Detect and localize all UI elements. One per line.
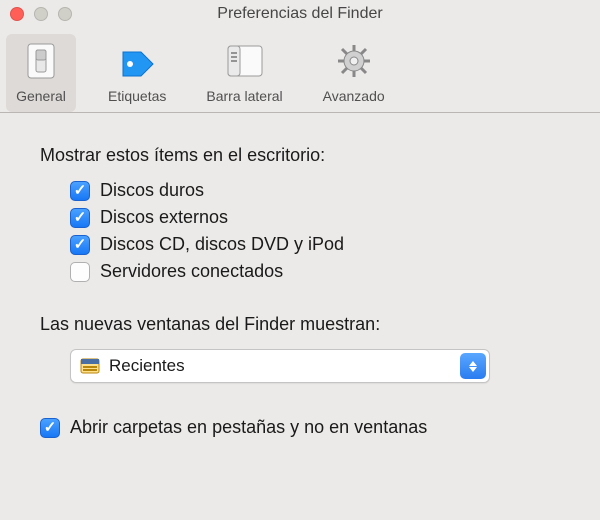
chevron-updown-icon xyxy=(460,353,486,379)
checkbox[interactable] xyxy=(70,262,90,282)
check-open-in-tabs[interactable]: Abrir carpetas en pestañas y no en venta… xyxy=(40,417,560,438)
preferences-window: Preferencias del Finder General Etiqueta… xyxy=(0,0,600,520)
titlebar: Preferencias del Finder xyxy=(0,0,600,28)
check-label: Abrir carpetas en pestañas y no en venta… xyxy=(70,417,427,438)
checkbox[interactable] xyxy=(40,418,60,438)
desktop-items-label: Mostrar estos ítems en el escritorio: xyxy=(40,145,560,166)
tab-tags[interactable]: Etiquetas xyxy=(100,34,174,112)
new-windows-label: Las nuevas ventanas del Finder muestran: xyxy=(40,314,560,335)
toolbar-tabs: General Etiquetas Barra lat xyxy=(0,28,600,113)
content-area: Mostrar estos ítems en el escritorio: Di… xyxy=(0,113,600,458)
switch-icon xyxy=(19,40,63,82)
tab-label: General xyxy=(16,88,66,104)
check-connected-servers[interactable]: Servidores conectados xyxy=(70,261,560,282)
check-label: Discos externos xyxy=(100,207,228,228)
new-windows-dropdown[interactable]: Recientes xyxy=(70,349,490,383)
tab-label: Avanzado xyxy=(323,88,385,104)
tab-sidebar[interactable]: Barra lateral xyxy=(198,34,290,112)
checkbox[interactable] xyxy=(70,181,90,201)
sidebar-icon xyxy=(223,40,267,82)
checkbox[interactable] xyxy=(70,208,90,228)
check-external-disks[interactable]: Discos externos xyxy=(70,207,560,228)
recents-icon xyxy=(79,355,101,377)
tab-label: Etiquetas xyxy=(108,88,166,104)
tab-general[interactable]: General xyxy=(6,34,76,112)
check-label: Discos duros xyxy=(100,180,204,201)
gear-icon xyxy=(332,40,376,82)
check-label: Servidores conectados xyxy=(100,261,283,282)
tab-advanced[interactable]: Avanzado xyxy=(315,34,393,112)
dropdown-value: Recientes xyxy=(109,356,185,376)
window-title: Preferencias del Finder xyxy=(0,0,600,28)
check-optical-media[interactable]: Discos CD, discos DVD y iPod xyxy=(70,234,560,255)
check-label: Discos CD, discos DVD y iPod xyxy=(100,234,344,255)
tag-icon xyxy=(115,40,159,82)
check-hard-disks[interactable]: Discos duros xyxy=(70,180,560,201)
checkbox[interactable] xyxy=(70,235,90,255)
tab-label: Barra lateral xyxy=(206,88,282,104)
